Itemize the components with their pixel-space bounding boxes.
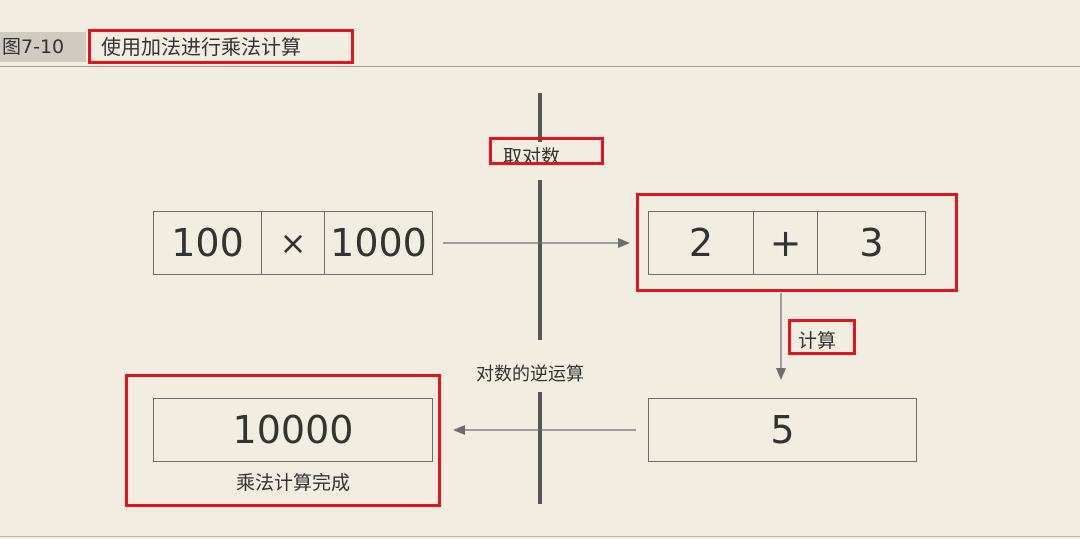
left-operand-box: 100 <box>153 211 262 275</box>
final-result-highlight <box>125 374 441 507</box>
right-operand-box: 1000 <box>325 211 433 275</box>
arrowhead-down <box>776 368 786 380</box>
log-label-highlight <box>489 137 604 165</box>
arrowhead-right <box>618 238 630 248</box>
compute-label-highlight <box>788 319 856 355</box>
bottom-divider <box>0 536 1080 537</box>
sum-expression-highlight <box>636 193 958 292</box>
sum-result-box: 5 <box>648 398 917 462</box>
inverse-log-label: 对数的逆运算 <box>476 360 584 386</box>
multiply-operator-box: × <box>262 211 325 275</box>
arrowhead-left <box>453 425 465 435</box>
